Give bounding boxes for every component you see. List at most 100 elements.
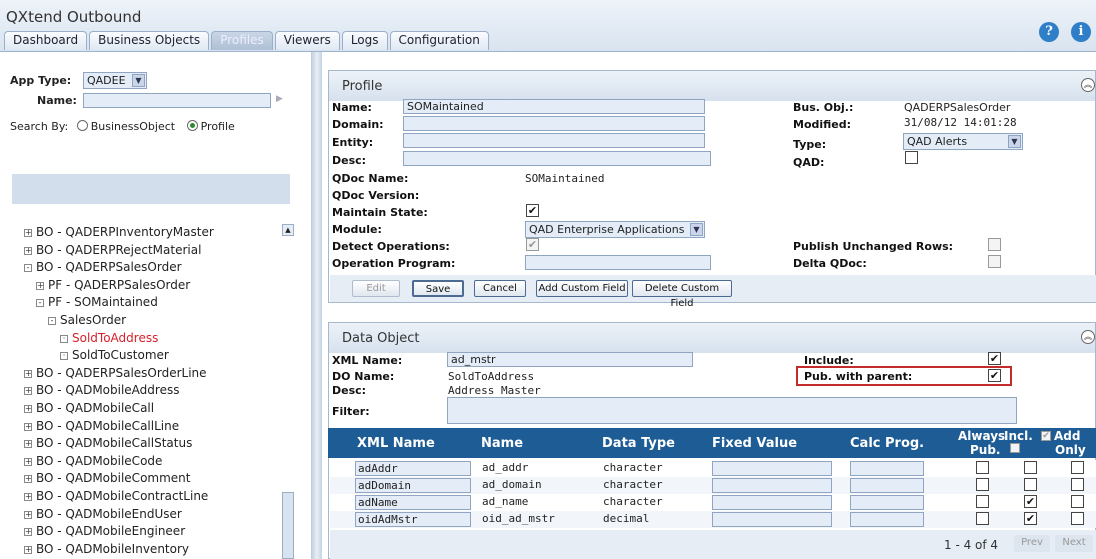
maintain-state-checkbox[interactable]: ✔: [526, 204, 539, 217]
col-always-pub-2[interactable]: Pub.: [970, 443, 1001, 457]
expand-node-icon[interactable]: +: [24, 229, 32, 237]
tree-scrollbar-thumb[interactable]: [282, 492, 294, 559]
collapse-node-icon[interactable]: -: [24, 264, 32, 273]
tab-business-objects[interactable]: Business Objects: [89, 31, 210, 50]
incl-all-checkbox[interactable]: [1010, 443, 1020, 453]
add-only-checkbox[interactable]: [1071, 478, 1084, 491]
entity-input[interactable]: [403, 133, 705, 148]
col-always-pub-1[interactable]: Always: [958, 429, 1005, 443]
expand-node-icon[interactable]: +: [24, 457, 32, 466]
calc-prog-input[interactable]: [850, 478, 924, 493]
collapse-node-icon[interactable]: -: [36, 299, 44, 308]
col-name[interactable]: Name: [481, 436, 523, 451]
fixed-value-input[interactable]: [712, 512, 832, 527]
xml-name-cell-input[interactable]: adName: [355, 495, 471, 510]
filter-input[interactable]: [447, 397, 1017, 424]
type-select[interactable]: QAD Alerts ▼: [903, 133, 1023, 150]
expand-node-icon[interactable]: +: [24, 369, 32, 378]
tree-item[interactable]: + BO - QADMobileAddress: [24, 383, 179, 397]
tree-item[interactable]: + BO - QADMobileCallLine: [24, 419, 179, 433]
tree-item[interactable]: + BO - QADMobileCode: [24, 454, 162, 468]
fixed-value-input[interactable]: [712, 495, 832, 510]
panel-splitter[interactable]: [312, 52, 322, 559]
incl-checkbox[interactable]: [1024, 461, 1037, 474]
tree-item[interactable]: + BO - QADMobileEndUser: [24, 507, 182, 521]
incl-checkbox[interactable]: ✔: [1024, 495, 1037, 508]
collapse-node-icon[interactable]: -: [48, 317, 56, 325]
col-xml-name[interactable]: XML Name: [357, 436, 435, 451]
xml-name-cell-input[interactable]: adAddr: [355, 461, 471, 476]
qad-checkbox[interactable]: [905, 151, 918, 164]
tree-item[interactable]: + BO - QADMobileInventory: [24, 542, 189, 556]
xml-name-cell-input[interactable]: adDomain: [355, 478, 471, 493]
tree-item[interactable]: - SalesOrder: [48, 313, 126, 327]
add-only-all-checkbox[interactable]: ✔: [1041, 431, 1051, 441]
always-pub-checkbox[interactable]: [976, 512, 989, 525]
tab-configuration[interactable]: Configuration: [389, 31, 489, 50]
tree-item[interactable]: + BO - QADERPSalesOrderLine: [24, 366, 207, 380]
calc-prog-input[interactable]: [850, 512, 924, 527]
delta-qdoc-checkbox[interactable]: [988, 255, 1001, 268]
always-pub-checkbox[interactable]: [976, 495, 989, 508]
leaf-node-icon[interactable]: ·: [60, 334, 68, 343]
expand-node-icon[interactable]: +: [24, 246, 32, 255]
expand-node-icon[interactable]: +: [24, 405, 32, 413]
calc-prog-input[interactable]: [850, 461, 924, 476]
scroll-up-icon[interactable]: ▲: [282, 224, 294, 236]
module-select[interactable]: QAD Enterprise Applications ▼: [525, 221, 705, 238]
add-only-checkbox[interactable]: [1071, 512, 1084, 525]
col-add-only-2[interactable]: Only: [1055, 443, 1086, 457]
expand-node-icon[interactable]: +: [24, 440, 32, 449]
col-calc-prog[interactable]: Calc Prog.: [850, 436, 924, 451]
always-pub-checkbox[interactable]: [976, 478, 989, 491]
fixed-value-input[interactable]: [712, 478, 832, 493]
tree-item[interactable]: + BO - QADMobileCallStatus: [24, 436, 192, 450]
radio-profile[interactable]: [186, 120, 198, 131]
tree-item[interactable]: - PF - SOMaintained: [36, 295, 158, 309]
tree-item[interactable]: + BO - QADERPRejectMaterial: [24, 243, 201, 257]
col-data-type[interactable]: Data Type: [602, 436, 675, 451]
add-only-checkbox[interactable]: [1071, 461, 1084, 474]
tab-viewers[interactable]: Viewers: [274, 31, 340, 50]
publish-unchanged-checkbox[interactable]: [988, 238, 1001, 251]
xml-name-input[interactable]: ad_mstr: [447, 352, 693, 367]
incl-checkbox[interactable]: [1024, 478, 1037, 491]
calc-prog-input[interactable]: [850, 495, 924, 510]
incl-checkbox[interactable]: ✔: [1024, 512, 1037, 525]
col-incl[interactable]: Incl.: [1004, 429, 1033, 443]
leaf-node-icon[interactable]: ·: [60, 352, 68, 361]
expand-node-icon[interactable]: +: [24, 387, 32, 396]
tree-item[interactable]: · SoldToCustomer: [60, 348, 169, 362]
xml-name-cell-input[interactable]: oidAdMstr: [355, 512, 471, 527]
include-checkbox[interactable]: ✔: [988, 352, 1001, 365]
collapse-icon[interactable]: ︽: [1081, 330, 1095, 344]
tree-item[interactable]: + BO - QADMobileEngineer: [24, 524, 185, 538]
col-add-only-1[interactable]: Add: [1054, 429, 1080, 443]
help-icon[interactable]: ?: [1039, 22, 1059, 42]
profile-name-input[interactable]: SOMaintained: [403, 99, 705, 114]
expand-node-icon[interactable]: +: [24, 545, 32, 554]
tree-item[interactable]: - BO - QADERPSalesOrder: [24, 260, 182, 274]
domain-input[interactable]: [403, 116, 705, 131]
add-custom-field-button[interactable]: Add Custom Field: [536, 280, 628, 297]
info-icon[interactable]: i: [1071, 22, 1091, 42]
tree-item[interactable]: + BO - QADMobileComment: [24, 471, 190, 485]
tree-item[interactable]: + BO - QADMobileContractLine: [24, 489, 208, 503]
always-pub-checkbox[interactable]: [976, 461, 989, 474]
tree-item[interactable]: + PF - QADERPSalesOrder: [36, 278, 190, 292]
name-search-input[interactable]: [83, 93, 271, 108]
operation-program-input[interactable]: [525, 255, 711, 270]
tab-profiles[interactable]: Profiles: [211, 31, 273, 50]
expand-node-icon[interactable]: +: [24, 528, 32, 537]
tree-item[interactable]: + BO - QADMobileCall: [24, 401, 154, 415]
tab-dashboard[interactable]: Dashboard: [4, 31, 88, 50]
app-type-select[interactable]: QADEE ▼: [83, 72, 147, 89]
desc-input[interactable]: [403, 151, 711, 166]
prev-button[interactable]: Prev: [1014, 535, 1050, 552]
delete-custom-field-button[interactable]: Delete Custom Field: [632, 280, 732, 309]
col-fixed-value[interactable]: Fixed Value: [712, 436, 797, 451]
fixed-value-input[interactable]: [712, 461, 832, 476]
expand-node-icon[interactable]: +: [24, 493, 32, 501]
tree-item[interactable]: · SoldToAddress: [60, 331, 158, 345]
tree-item[interactable]: + BO - QADERPInventoryMaster: [24, 225, 214, 239]
